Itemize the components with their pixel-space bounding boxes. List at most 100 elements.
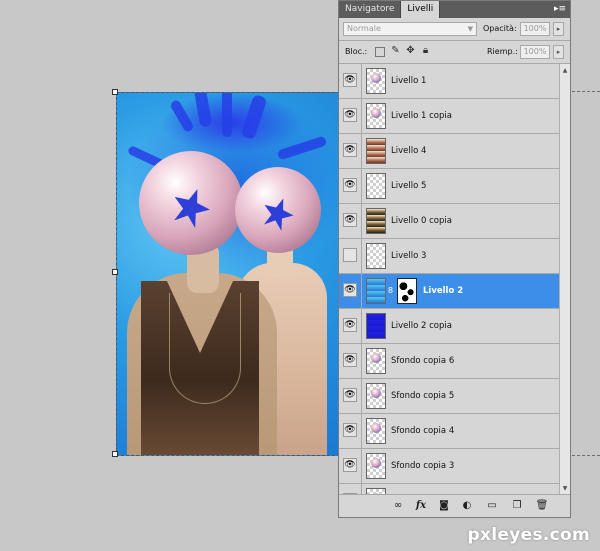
fill-label: Riemp.: xyxy=(487,47,518,56)
layer-name: Livello 5 xyxy=(391,181,427,191)
mask-icon[interactable]: ◙ xyxy=(437,500,451,512)
sphere-head-left xyxy=(139,151,243,255)
layer-thumbnail xyxy=(366,418,386,444)
layer-name: Livello 4 xyxy=(391,146,427,156)
folder-icon[interactable]: ▭ xyxy=(485,500,499,512)
eye-icon[interactable]: 👁︎ xyxy=(343,318,357,332)
fill-slider-button[interactable]: ▸ xyxy=(553,45,564,59)
thumbnail-art xyxy=(371,388,381,398)
layer-row[interactable]: 👁︎ Livello 4 xyxy=(339,134,559,169)
opacity-label: Opacità: xyxy=(483,24,517,33)
panel-menu-icon[interactable]: ▸≡ xyxy=(554,4,566,14)
layer-row[interactable]: 👁︎ Livello 3 xyxy=(339,239,559,274)
thumbnail-art xyxy=(371,423,381,433)
layer-row[interactable]: 👁︎ Livello 0 copia xyxy=(339,204,559,239)
thumbnail-art xyxy=(371,353,381,363)
eye-icon[interactable]: 👁︎ xyxy=(343,248,357,262)
layer-thumbnail xyxy=(366,68,386,94)
layer-thumbnail xyxy=(366,278,386,304)
layer-row[interactable]: 👁︎ Sfondo copia 4 xyxy=(339,414,559,449)
layer-thumbnail xyxy=(366,138,386,164)
eye-icon[interactable]: 👁︎ xyxy=(343,73,357,87)
layer-row[interactable]: 👁︎ Livello 1 copia xyxy=(339,99,559,134)
necklace xyxy=(169,293,241,404)
guide-line-top xyxy=(572,91,600,92)
lock-position-icon[interactable]: ✥ xyxy=(405,45,416,56)
layers-bottom-toolbar: ∞ fx ◙ ◐ ▭ ❐ 🗑︎ xyxy=(339,494,570,517)
eye-icon[interactable]: 👁︎ xyxy=(343,283,357,297)
scroll-down-icon[interactable]: ▼ xyxy=(560,484,570,494)
adjustment-icon[interactable]: ◐ xyxy=(460,500,474,512)
layer-name: Sfondo copia 6 xyxy=(391,356,455,366)
eye-icon[interactable]: 👁︎ xyxy=(343,108,357,122)
fx-icon[interactable]: fx xyxy=(414,500,428,512)
layer-name: Livello 1 xyxy=(391,76,427,86)
eye-icon[interactable]: 👁︎ xyxy=(343,423,357,437)
transform-handle[interactable] xyxy=(112,269,118,275)
layer-thumbnail xyxy=(366,383,386,409)
guide-line-bottom xyxy=(572,455,600,456)
lock-pixels-icon[interactable]: ✎ xyxy=(390,45,401,56)
blend-row: Normale ▼ Opacità: 100% ▸ xyxy=(339,18,570,40)
layer-thumbnail xyxy=(366,313,386,339)
eye-icon[interactable]: 👁︎ xyxy=(343,353,357,367)
eye-icon[interactable]: 👁︎ xyxy=(343,143,357,157)
eye-icon[interactable]: 👁︎ xyxy=(343,178,357,192)
divider xyxy=(361,379,362,414)
layer-mask-thumbnail[interactable] xyxy=(397,278,417,304)
scroll-up-icon[interactable]: ▲ xyxy=(560,66,570,76)
mask-link-icon[interactable]: 8 xyxy=(388,286,393,295)
layer-row[interactable]: 👁︎ Livello 1 xyxy=(339,64,559,99)
sphere-head-right xyxy=(235,167,321,253)
thumbnail-art xyxy=(371,108,381,118)
lock-transparency-icon[interactable] xyxy=(375,47,385,57)
transform-handle[interactable] xyxy=(112,89,118,95)
layer-row[interactable]: 👁︎ Livello 2 copia xyxy=(339,309,559,344)
layers-scrollbar[interactable]: ▲ ▼ xyxy=(559,64,570,496)
fill-input[interactable]: 100% xyxy=(520,45,550,59)
blue-streak xyxy=(169,98,195,134)
thumbnail-art xyxy=(371,458,381,468)
layer-thumbnail xyxy=(366,103,386,129)
opacity-slider-button[interactable]: ▸ xyxy=(553,22,564,36)
watermark-logo: pxleyes.com xyxy=(467,525,590,545)
layer-name: Sfondo copia 3 xyxy=(391,461,455,471)
transform-handle[interactable] xyxy=(112,451,118,457)
lock-label: Bloc.: xyxy=(345,47,368,56)
divider xyxy=(361,449,362,484)
divider xyxy=(361,414,362,449)
layer-thumbnail xyxy=(366,453,386,479)
thumbnail-art xyxy=(371,73,381,83)
eye-icon[interactable]: 👁︎ xyxy=(343,388,357,402)
tab-layers[interactable]: Livelli xyxy=(401,1,441,18)
divider xyxy=(361,309,362,344)
blend-mode-select[interactable]: Normale ▼ xyxy=(343,22,477,36)
opacity-input[interactable]: 100% xyxy=(520,22,550,36)
layer-row[interactable]: 👁︎ Sfondo copia 3 xyxy=(339,449,559,484)
divider xyxy=(361,344,362,379)
layers-panel: Navigatore Livelli ▸≡ Normale ▼ Opacità:… xyxy=(338,0,571,518)
lock-row: Bloc.: ✎ ✥ 🔒︎ Riemp.: 100% ▸ xyxy=(339,41,570,63)
eye-icon[interactable]: 👁︎ xyxy=(343,213,357,227)
trash-icon[interactable]: 🗑︎ xyxy=(535,500,549,512)
divider xyxy=(361,134,362,169)
document-canvas[interactable] xyxy=(116,92,340,456)
eye-icon[interactable]: 👁︎ xyxy=(343,458,357,472)
blue-streak xyxy=(276,135,328,161)
layer-name: Livello 1 copia xyxy=(391,111,452,121)
tab-navigator[interactable]: Navigatore xyxy=(339,1,402,18)
blue-streak xyxy=(240,93,268,141)
lock-all-icon[interactable]: 🔒︎ xyxy=(420,45,431,56)
new-layer-icon[interactable]: ❐ xyxy=(510,500,524,512)
layer-row[interactable]: 👁︎ 8 Livello 2 xyxy=(339,274,559,309)
divider xyxy=(361,64,362,99)
divider xyxy=(361,274,362,309)
blue-streak xyxy=(222,93,232,137)
link-icon[interactable]: ∞ xyxy=(391,500,405,512)
layer-row[interactable]: 👁︎ Livello 5 xyxy=(339,169,559,204)
layer-row[interactable]: 👁︎ Sfondo copia 6 xyxy=(339,344,559,379)
layer-row[interactable]: 👁︎ Sfondo copia 5 xyxy=(339,379,559,414)
layer-name: Livello 3 xyxy=(391,251,427,261)
layer-thumbnail xyxy=(366,173,386,199)
blue-streak xyxy=(193,93,213,128)
